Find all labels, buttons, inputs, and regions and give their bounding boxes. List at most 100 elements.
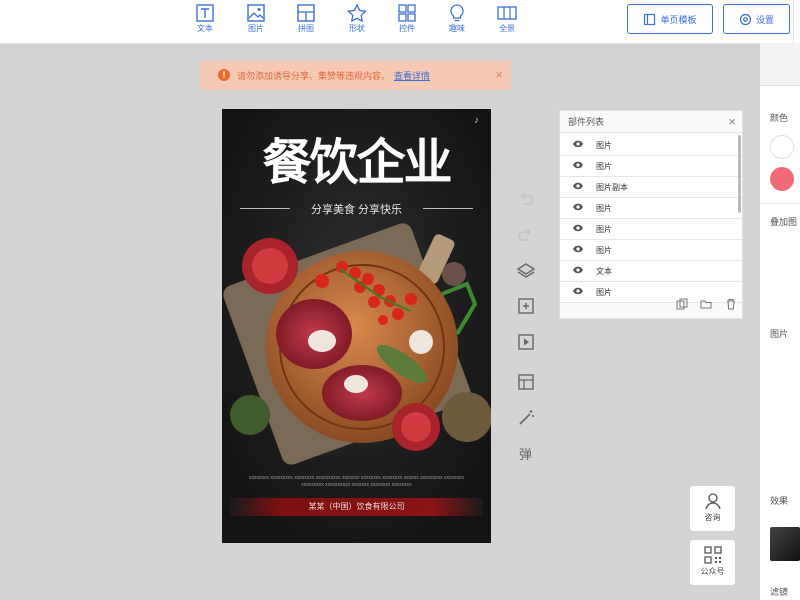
- toolbar-shape-button[interactable]: 形状: [340, 3, 374, 34]
- toolbar-widget-button[interactable]: 控件: [390, 3, 424, 34]
- layer-list: 图片 图片 图片副本 图片 图片 图片 文本 图片: [560, 135, 742, 303]
- toolbar-image-label: 图片: [248, 24, 264, 33]
- eye-icon[interactable]: [560, 203, 596, 213]
- right-panel-tab[interactable]: [760, 43, 800, 86]
- toolbar-fun-label: 趣味: [449, 24, 465, 33]
- notice-close-icon[interactable]: ×: [495, 67, 503, 82]
- add-page-button[interactable]: [516, 296, 536, 316]
- layer-row[interactable]: 图片: [560, 135, 742, 156]
- toolbar-text-button[interactable]: 文本: [188, 3, 222, 34]
- right-properties-panel: 颜色 叠加图 图片 效果 滤镜: [760, 43, 800, 600]
- eye-icon[interactable]: [560, 266, 596, 276]
- consult-button[interactable]: 咨询: [690, 486, 735, 531]
- layers-icon: [516, 263, 536, 278]
- undo-icon: [520, 192, 534, 205]
- consult-label: 咨询: [704, 513, 721, 522]
- redo-button[interactable]: [516, 224, 536, 244]
- panorama-icon: [497, 6, 517, 20]
- widget-icon: [398, 4, 416, 22]
- add-box-icon: [518, 298, 534, 314]
- bulb-icon: [450, 4, 464, 22]
- eye-icon[interactable]: [560, 161, 596, 171]
- layer-panel-title: 部件列表: [568, 117, 605, 127]
- popup-icon: 弹: [519, 448, 532, 463]
- table-button[interactable]: [516, 372, 536, 392]
- toolbar-image-button[interactable]: 图片: [239, 3, 273, 34]
- image-icon: [247, 4, 265, 22]
- toolbar-collage-label: 拼图: [298, 24, 314, 33]
- red-color-swatch[interactable]: [770, 167, 794, 191]
- edge-strip: [793, 0, 800, 43]
- trash-icon[interactable]: [725, 298, 737, 310]
- layers-button[interactable]: [516, 260, 536, 280]
- play-box-icon: [518, 334, 534, 350]
- poster-fine-print[interactable]: xxxxxxxx xxxxxxxxx xxxxxxxx xxxxxxxxxx x…: [238, 475, 475, 489]
- top-toolbar: 文本 图片 拼图 形状 控件 趣味 全景 单页模板 设置: [0, 0, 800, 44]
- layer-panel-close-icon[interactable]: ×: [728, 111, 736, 133]
- poster-title[interactable]: 餐饮企业: [222, 135, 491, 191]
- settings-label: 设置: [755, 14, 774, 25]
- single-page-template-label: 单页模板: [660, 14, 697, 25]
- filter-label: 滤镜: [770, 587, 789, 597]
- layer-name: 图片: [596, 245, 612, 255]
- layer-panel-header: 部件列表 ×: [560, 111, 742, 133]
- layer-name: 图片: [596, 161, 612, 171]
- settings-button[interactable]: 设置: [723, 4, 790, 34]
- effect-label: 效果: [770, 496, 789, 506]
- eye-icon[interactable]: [560, 245, 596, 255]
- layer-name: 文本: [596, 266, 612, 276]
- image-label: 图片: [770, 329, 789, 339]
- layer-row[interactable]: 图片: [560, 198, 742, 219]
- folder-icon[interactable]: [700, 298, 712, 310]
- magic-wand-button[interactable]: [516, 408, 536, 428]
- layer-scrollbar[interactable]: [738, 135, 741, 213]
- music-note-icon[interactable]: ♪: [474, 115, 479, 126]
- template-icon: [644, 13, 656, 25]
- layer-panel-footer: [670, 298, 740, 314]
- divider: [760, 203, 800, 204]
- star-icon: [347, 3, 367, 23]
- copy-icon[interactable]: [676, 298, 688, 310]
- toolbar-text-label: 文本: [197, 24, 213, 33]
- eye-icon[interactable]: [560, 140, 596, 150]
- poster-canvas[interactable]: ♪ 餐饮企业 分享美食 分享快乐 xxxxxxxx xxxxxxxxx xxxx…: [222, 109, 491, 543]
- layer-row[interactable]: 图片: [560, 156, 742, 177]
- user-icon: [704, 493, 721, 510]
- undo-button[interactable]: [516, 188, 536, 208]
- gear-icon: [739, 13, 752, 25]
- notice-text: 请勿添加诱导分享、集赞等违规内容。: [237, 71, 391, 81]
- layer-name: 图片: [596, 140, 612, 150]
- color-label: 颜色: [770, 113, 789, 123]
- layer-row[interactable]: 文本: [560, 261, 742, 282]
- official-account-button[interactable]: 公众号: [690, 540, 735, 585]
- eye-icon[interactable]: [560, 224, 596, 234]
- white-color-swatch[interactable]: [770, 135, 794, 159]
- layer-row[interactable]: 图片: [560, 219, 742, 240]
- layer-name: 图片: [596, 203, 612, 213]
- official-account-label: 公众号: [700, 567, 725, 576]
- eye-icon[interactable]: [560, 287, 596, 297]
- popup-button[interactable]: 弹: [516, 444, 536, 464]
- layer-name: 图片: [596, 287, 612, 297]
- single-page-template-button[interactable]: 单页模板: [627, 4, 713, 34]
- poster-subtitle[interactable]: 分享美食 分享快乐: [222, 201, 491, 217]
- toolbar-fun-button[interactable]: 趣味: [440, 3, 474, 34]
- toolbar-shape-label: 形状: [349, 24, 365, 33]
- toolbar-panorama-label: 全景: [499, 24, 515, 33]
- toolbar-panorama-button[interactable]: 全景: [490, 3, 524, 34]
- layer-row[interactable]: 图片副本: [560, 177, 742, 198]
- layer-row[interactable]: 图片: [560, 240, 742, 261]
- magic-wand-icon: [519, 410, 534, 425]
- layer-name: 图片: [596, 224, 612, 234]
- qr-code-icon: [703, 546, 722, 564]
- notice-details-link[interactable]: 查看详情: [394, 69, 430, 82]
- eye-icon[interactable]: [560, 182, 596, 192]
- preview-button[interactable]: [516, 332, 536, 352]
- warning-icon: !: [218, 69, 230, 81]
- poster-company-banner[interactable]: 某某（中国）饮食有限公司: [230, 498, 483, 516]
- notice-bar: ! 请勿添加诱导分享、集赞等违规内容。 查看详情 ×: [200, 61, 511, 90]
- text-icon: [196, 4, 214, 22]
- toolbar-collage-button[interactable]: 拼图: [289, 3, 323, 34]
- effect-thumbnail[interactable]: [770, 527, 800, 561]
- overlay-label: 叠加图: [770, 217, 798, 227]
